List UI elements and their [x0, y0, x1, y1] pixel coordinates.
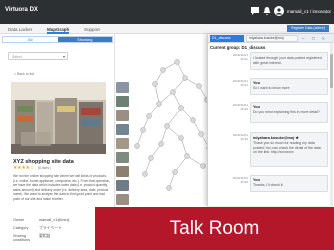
meta-value: mamail_c1@mexj — [39, 218, 70, 222]
top-bar: Virtuora DX mamail_c1 / innovator ▼ — [0, 0, 334, 24]
register-data-button[interactable]: Register Data (active) — [287, 25, 329, 32]
message-time: 15:44 — [240, 136, 248, 141]
thumbnail[interactable] — [116, 82, 129, 93]
message-bubble: miyahara.kosuke@mnj ★ Thank you so much … — [250, 132, 328, 167]
message-text: Thanks, I'll check it. — [253, 183, 284, 187]
message-timestamp: 2018/11/01 15:43 — [222, 103, 248, 112]
nav-row: Data Lacker MapGraph Support — [0, 24, 334, 34]
close-icon[interactable]: × — [322, 35, 325, 42]
rating-stars: ★★★★☆ — [13, 165, 34, 171]
tab-data-lacker[interactable]: Data Lacker — [8, 27, 32, 32]
chat-icon[interactable] — [250, 6, 260, 16]
message-sender: You — [253, 105, 260, 109]
tab-support[interactable]: Support — [84, 27, 100, 32]
message-text: So I want to know more — [253, 86, 290, 90]
talk-tab-user[interactable]: miyahara.kosuke@mnj — [246, 35, 298, 42]
message-bubble: You Thanks, I'll check it. — [250, 175, 328, 192]
message-time: 15:41 — [240, 82, 248, 87]
message-time: 15:48 — [240, 179, 248, 184]
toggle-all[interactable]: All — [3, 37, 58, 42]
thumbnail[interactable] — [116, 152, 129, 163]
meta-key: Owner — [13, 218, 25, 222]
likes-count: (6 likes ) — [38, 166, 52, 170]
filter-select[interactable]: Select ▾ — [8, 52, 68, 60]
app-title: Virtuora DX — [5, 7, 38, 13]
thumbnail[interactable] — [116, 166, 129, 177]
toggle-showing[interactable]: Showing — [57, 37, 112, 42]
expand-icon[interactable]: □ — [312, 35, 315, 42]
user-avatar-icon — [274, 6, 284, 16]
user-menu[interactable]: mamail_c1 / innovator ▼ — [274, 6, 334, 16]
bell-icon[interactable] — [262, 6, 272, 16]
thumbnail-column — [116, 82, 130, 218]
thumbnail[interactable] — [116, 180, 129, 191]
select-placeholder: Select — [12, 54, 22, 59]
meta-key: Category — [13, 226, 29, 230]
message-text: Do you mind explaining this in more deta… — [253, 110, 320, 114]
talk-room-banner: Talk Room — [95, 207, 334, 250]
thumbnail[interactable] — [116, 96, 129, 107]
current-group-title: Current group: D1_discuss — [210, 45, 266, 50]
talk-scrollbar-thumb[interactable] — [330, 54, 333, 88]
chevron-down-icon: ▾ — [62, 54, 65, 59]
view-toggle: All Showing — [2, 36, 113, 43]
talk-room-panel: D1_discuss miyahara.kosuke@mnj – □ × Cur… — [207, 34, 334, 206]
message-sender: miyahara.kosuke@mnj ★ — [253, 136, 299, 140]
talk-tab-group[interactable]: D1_discuss — [210, 35, 244, 42]
meta-key: Sharing conditions — [13, 234, 31, 243]
back-link[interactable]: < Back to list — [14, 72, 34, 76]
minimize-icon[interactable]: – — [302, 35, 305, 42]
product-image — [11, 82, 106, 154]
message-sender: You — [253, 178, 260, 182]
message-timestamp: 2018/11/01 15:44 — [222, 133, 248, 142]
thumbnail[interactable] — [116, 124, 129, 135]
message-bubble: You So I want to know more — [250, 78, 328, 95]
thumbnail[interactable] — [116, 194, 129, 205]
meta-value: 要相談 — [39, 234, 51, 238]
message-text: Thank you so much for reading my data po… — [253, 141, 321, 154]
message-timestamp: 2018/11/01 15:41 — [222, 53, 248, 62]
message-timestamp: 2018/11/01 15:41 — [222, 79, 248, 88]
message-time: 15:41 — [240, 56, 248, 61]
thumbnail[interactable] — [116, 138, 129, 149]
meta-value: プライベート — [39, 226, 62, 230]
thumbnail[interactable] — [116, 110, 129, 121]
message-bubble: You Do you mind explaining this in more … — [250, 102, 328, 123]
message-sender: You — [253, 81, 260, 85]
message-time: 15:43 — [240, 106, 248, 111]
message-bubble: I looked through your data posted regist… — [250, 52, 328, 70]
message-text: I looked through your data posted regist… — [253, 56, 322, 65]
talk-tab-bar: D1_discuss miyahara.kosuke@mnj – □ × — [208, 34, 334, 43]
message-timestamp: 2018/11/01 15:48 — [222, 176, 248, 185]
user-name: mamail_c1 / innovator — [287, 8, 332, 14]
